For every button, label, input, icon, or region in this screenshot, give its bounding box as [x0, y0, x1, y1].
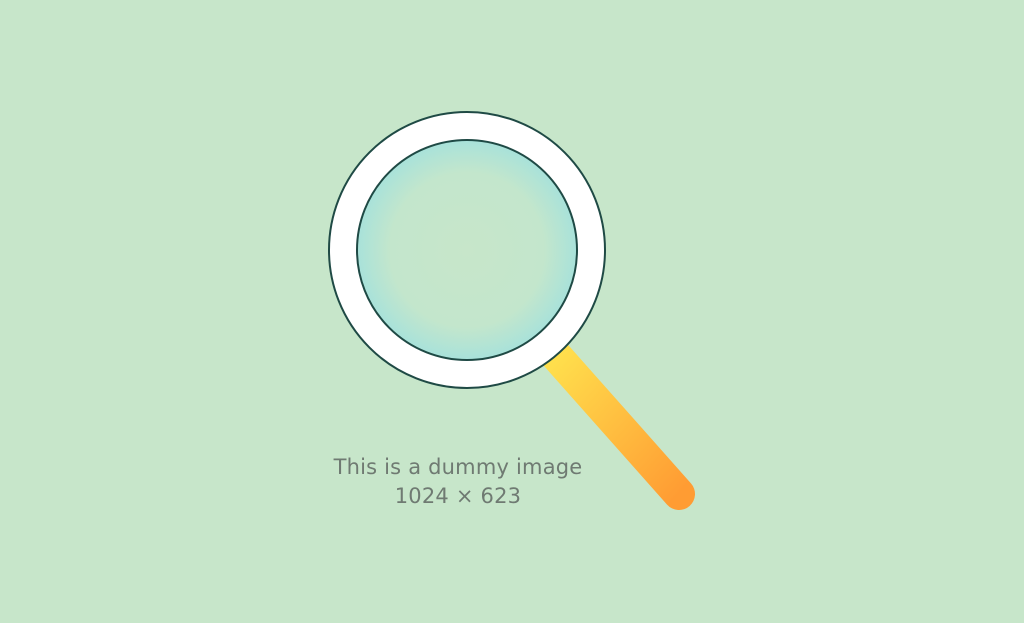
- placeholder-text: This is a dummy image: [333, 455, 583, 479]
- magnifier-glass: [356, 139, 578, 361]
- magnifying-glass-icon: [328, 111, 695, 510]
- placeholder-dimensions: 1024 × 623: [394, 484, 522, 508]
- placeholder-canvas: This is a dummy image 1024 × 623: [0, 0, 1024, 623]
- placeholder-caption: This is a dummy image 1024 × 623: [258, 453, 658, 511]
